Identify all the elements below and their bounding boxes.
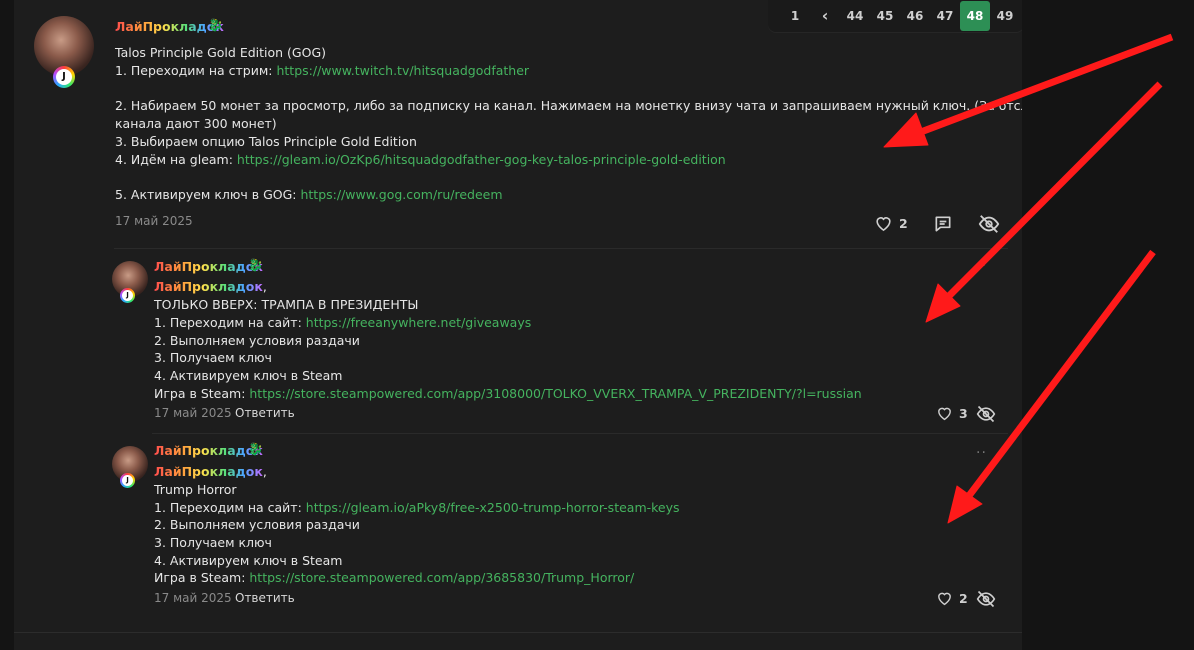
reply-step-4: 4. Активируем ключ в Steam	[154, 553, 343, 568]
post-step-5: 5. Активируем ключ в GOG: https://www.go…	[115, 187, 503, 202]
steam-game-link[interactable]: https://store.steampowered.com/app/36858…	[249, 570, 634, 585]
reply-step-4: 4. Активируем ключ в Steam	[154, 368, 343, 383]
dragon-icon: 🐉	[248, 442, 263, 456]
freeanywhere-link[interactable]: https://freeanywhere.net/giveaways	[306, 315, 531, 330]
reply-button[interactable]: Ответить	[235, 591, 295, 605]
like-count: 2	[959, 590, 968, 606]
hide-button[interactable]	[976, 589, 996, 609]
divider	[14, 632, 1022, 633]
pagination: 1 ‹ 44 45 46 47 48 49	[768, 0, 1022, 32]
divider	[152, 433, 1008, 434]
reply-mention: ЛайПрокладок,	[154, 464, 267, 479]
thread-panel: 1 ‹ 44 45 46 47 48 49 J ЛайПрокладок 🐉 T…	[14, 0, 1022, 650]
reply-step-3: 3. Получаем ключ	[154, 350, 272, 365]
user-badge-icon: J	[53, 66, 75, 88]
page-1[interactable]: 1	[780, 1, 810, 31]
reply-author[interactable]: ЛайПрокладок	[154, 443, 263, 458]
gleam-link[interactable]: https://gleam.io/OzKp6/hitsquadgodfather…	[237, 152, 726, 167]
post-step-2-cont: канала дают 300 монет)	[115, 116, 277, 131]
reply-date: 17 май 2025	[154, 406, 232, 420]
reply-game: Игра в Steam: https://store.steampowered…	[154, 570, 635, 585]
post-step-4: 4. Идём на gleam: https://gleam.io/OzKp6…	[115, 152, 726, 167]
like-button[interactable]: 2	[874, 214, 908, 232]
reply-title: ТОЛЬКО ВВЕРХ: ТРАМПА В ПРЕЗИДЕНТЫ	[154, 297, 419, 312]
reply-date: 17 май 2025	[154, 591, 232, 605]
twitch-link[interactable]: https://www.twitch.tv/hitsquadgodfather	[276, 63, 529, 78]
mention-link[interactable]: ЛайПрокладок	[154, 464, 263, 479]
post-step-3: 3. Выбираем опцию Talos Principle Gold E…	[115, 134, 417, 149]
page-46[interactable]: 46	[900, 1, 930, 31]
mention-link[interactable]: ЛайПрокладок	[154, 279, 263, 294]
reply-step-1: 1. Переходим на сайт: https://freeanywhe…	[154, 315, 532, 330]
eye-off-icon	[978, 215, 1000, 233]
comment-button[interactable]	[933, 214, 953, 234]
eye-off-icon	[976, 405, 996, 423]
gog-redeem-link[interactable]: https://www.gog.com/ru/redeem	[300, 187, 502, 202]
reply-author[interactable]: ЛайПрокладок	[154, 259, 263, 274]
like-button[interactable]: 2	[936, 590, 968, 606]
reply-game: Игра в Steam: https://store.steampowered…	[154, 386, 862, 401]
user-badge-icon: J	[120, 473, 135, 488]
post-step-2: 2. Набираем 50 монет за просмотр, либо з…	[115, 98, 1022, 113]
page-48-active[interactable]: 48	[960, 1, 990, 31]
post-title: Talos Principle Gold Edition (GOG)	[115, 45, 327, 60]
divider	[114, 248, 1008, 249]
dragon-icon: 🐉	[248, 258, 263, 272]
reply-step-2: 2. Выполняем условия раздачи	[154, 333, 360, 348]
gleam-link[interactable]: https://gleam.io/aPky8/free-x2500-trump-…	[306, 500, 680, 515]
like-count: 3	[959, 405, 968, 421]
reply-button[interactable]: Ответить	[235, 406, 295, 420]
more-options-icon[interactable]: ··	[976, 258, 987, 274]
dragon-icon: 🐉	[208, 18, 223, 32]
hide-button[interactable]	[976, 404, 996, 424]
more-options-icon[interactable]: ··	[976, 445, 987, 461]
like-count: 2	[899, 215, 908, 231]
heart-icon	[876, 217, 891, 232]
reply-step-2: 2. Выполняем условия раздачи	[154, 517, 360, 532]
hide-button[interactable]	[978, 213, 1000, 235]
reply-mention: ЛайПрокладок,	[154, 279, 267, 294]
post-step-1: 1. Переходим на стрим: https://www.twitc…	[115, 63, 530, 78]
reply-title: Trump Horror	[154, 482, 237, 497]
page-49[interactable]: 49	[990, 1, 1020, 31]
page-44[interactable]: 44	[840, 1, 870, 31]
page-45[interactable]: 45	[870, 1, 900, 31]
page-47[interactable]: 47	[930, 1, 960, 31]
heart-icon	[938, 592, 951, 606]
post-date: 17 май 2025	[115, 214, 193, 228]
comment-icon	[935, 216, 951, 232]
heart-icon	[938, 407, 951, 421]
reply-step-3: 3. Получаем ключ	[154, 535, 272, 550]
prev-page-icon[interactable]: ‹	[810, 1, 840, 31]
steam-game-link[interactable]: https://store.steampowered.com/app/31080…	[249, 386, 861, 401]
like-button[interactable]: 3	[936, 405, 968, 421]
eye-off-icon	[976, 590, 996, 608]
user-badge-icon: J	[120, 288, 135, 303]
reply-step-1: 1. Переходим на сайт: https://gleam.io/a…	[154, 500, 680, 515]
